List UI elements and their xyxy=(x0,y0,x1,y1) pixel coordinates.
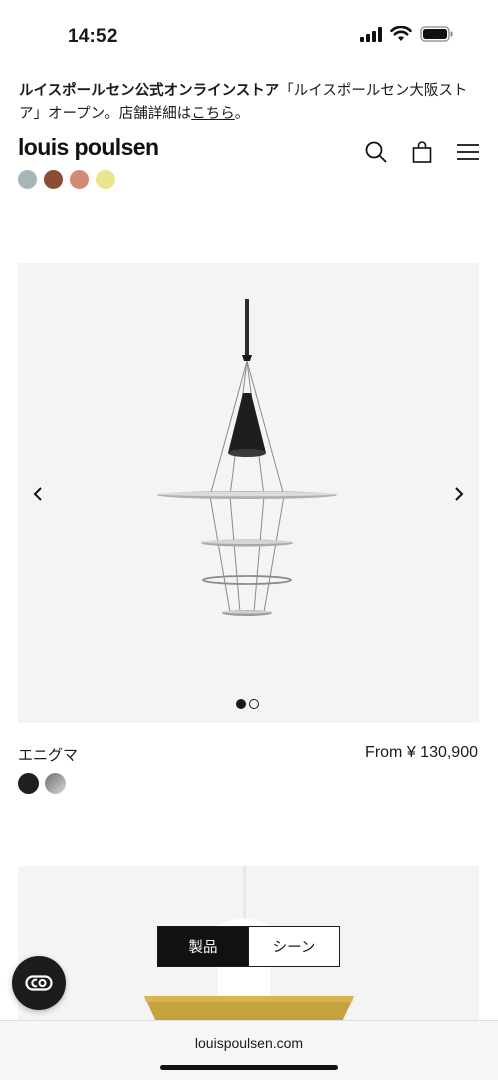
chevron-right-icon xyxy=(455,487,464,501)
announcement-store-name: ルイスポールセン公式オンラインストア xyxy=(19,83,280,99)
status-icons xyxy=(360,26,454,42)
search-icon[interactable] xyxy=(363,139,389,165)
url-text[interactable]: louispoulsen.com xyxy=(0,1035,498,1051)
carousel-prev-button[interactable] xyxy=(28,483,48,505)
status-time: 14:52 xyxy=(68,26,118,47)
announcement-suffix: 。 xyxy=(234,106,250,122)
product-price: From ¥ 130,900 xyxy=(365,744,478,761)
product-color-swatches xyxy=(18,773,66,794)
chat-button[interactable] xyxy=(12,956,66,1010)
swatch-3[interactable] xyxy=(96,170,115,189)
swatch-2[interactable] xyxy=(70,170,89,189)
product-name[interactable]: エニグマ xyxy=(18,744,78,765)
toggle-scene-button[interactable]: シーン xyxy=(248,927,339,966)
color-swatch-black[interactable] xyxy=(18,773,39,794)
carousel-dot-1[interactable] xyxy=(236,699,246,709)
swatch-1[interactable] xyxy=(44,170,63,189)
previous-product-swatches xyxy=(18,170,115,189)
carousel-dot-2[interactable] xyxy=(249,699,259,709)
wifi-icon xyxy=(390,26,412,41)
color-swatch-grey[interactable] xyxy=(45,773,66,794)
product-scene-toggle: 製品 シーン xyxy=(157,926,340,967)
home-indicator xyxy=(160,1065,338,1070)
browser-address-bar: louispoulsen.com xyxy=(0,1020,498,1080)
announcement-banner: ルイスポールセン公式オンラインストア「ルイスポールセン大阪ストア」オープン。店舗… xyxy=(19,80,481,126)
product-image xyxy=(157,299,337,616)
battery-icon xyxy=(420,26,453,42)
signal-icon xyxy=(360,26,382,42)
product-image-carousel[interactable] xyxy=(18,263,479,723)
chevron-left-icon xyxy=(33,487,42,501)
status-bar: 14:52 xyxy=(0,0,498,72)
carousel-dots xyxy=(236,699,259,709)
brand-logo[interactable]: louis poulsen xyxy=(18,134,159,161)
chat-icon xyxy=(25,975,53,991)
bag-icon[interactable] xyxy=(409,139,435,165)
toggle-product-button[interactable]: 製品 xyxy=(158,927,248,966)
announcement-link[interactable]: こちら xyxy=(191,106,235,122)
carousel-next-button[interactable] xyxy=(449,483,469,505)
site-header: louis poulsen xyxy=(0,130,498,174)
swatch-0[interactable] xyxy=(18,170,37,189)
menu-icon[interactable] xyxy=(455,139,481,165)
